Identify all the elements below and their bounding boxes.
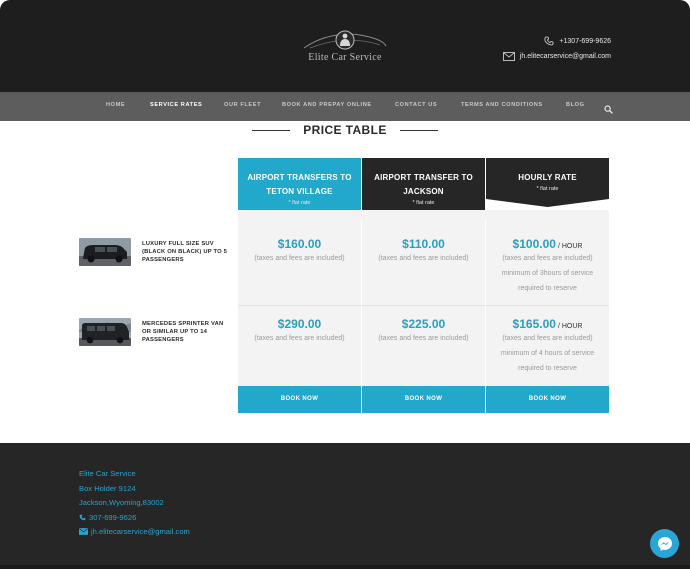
phone-icon	[544, 36, 554, 46]
price-cell: $110.00 (taxes and fees are included)	[362, 237, 485, 266]
phone-icon	[79, 514, 86, 521]
column-header-label: HOURLY RATE	[518, 173, 577, 182]
footer-address-line2: Jackson,Wyoming,83002	[79, 498, 164, 507]
price-value: $100.00	[512, 237, 556, 251]
price-note: (taxes and fees are included)	[378, 255, 469, 262]
column-header-hourly: HOURLY RATE * flat rate	[486, 158, 609, 220]
price-value: $160.00	[277, 237, 322, 251]
footer-company: Elite Car Service	[79, 469, 136, 478]
column-header-label: AIRPORT TRANSFERS TO	[247, 173, 352, 182]
header-email-text: jh.elitecarservice@gmail.com	[519, 53, 611, 60]
footer-email[interactable]: jh.elitecarservice@gmail.com	[79, 527, 190, 536]
footer-phone[interactable]: 307-699-9626	[79, 513, 136, 522]
envelope-icon	[79, 528, 88, 535]
nav-item-home[interactable]: HOME	[106, 102, 125, 108]
nav-item-blog[interactable]: BLOG	[566, 102, 585, 108]
nav-item-contact-us[interactable]: CONTACT US	[395, 102, 437, 108]
price-cell: $100.00/ HOUR (taxes and fees are includ…	[486, 237, 609, 296]
footer-phone-text: 307-699-9626	[89, 513, 137, 522]
nav-item-service-rates[interactable]: SERVICE RATES	[150, 102, 202, 108]
price-unit: / HOUR	[557, 243, 583, 250]
header-email[interactable]: jh.elitecarservice@gmail.com	[502, 52, 611, 61]
price-note: (taxes and fees are included)	[254, 335, 345, 342]
nav-item-our-fleet[interactable]: OUR FLEET	[224, 102, 261, 108]
header-phone-text: +1307-699-9626	[559, 37, 611, 45]
site-header: Elite Car Service +1307-699-9626 jh.elit…	[0, 0, 690, 92]
logo-text: Elite Car Service	[308, 52, 382, 63]
column-header-label: JACKSON	[403, 187, 444, 196]
row-divider	[238, 305, 609, 306]
envelope-icon	[502, 52, 515, 61]
book-now-button[interactable]: BOOK NOW	[362, 386, 485, 413]
footer-email-text: jh.elitecarservice@gmail.com	[91, 527, 190, 536]
price-note: (taxes and fees are included)	[502, 335, 593, 342]
price-value: $110.00	[402, 237, 445, 251]
suv-image	[79, 238, 131, 266]
column-header-label: AIRPORT TRANSFER TO	[374, 173, 473, 182]
price-value: $225.00	[401, 317, 446, 331]
main-nav: HOME SERVICE RATES OUR FLEET BOOK AND PR…	[0, 92, 690, 121]
price-note: required to reserve	[518, 365, 577, 372]
search-icon[interactable]	[604, 101, 613, 114]
column-header-sub: * flat rate	[412, 200, 435, 206]
footer-address-line1: Box Holder 9124	[79, 484, 136, 493]
price-note: (taxes and fees are included)	[378, 335, 469, 342]
book-now-button[interactable]: BOOK NOW	[238, 386, 361, 413]
price-note: (taxes and fees are included)	[502, 255, 593, 262]
nav-item-book-and-prepay[interactable]: BOOK AND PREPAY ONLINE	[282, 102, 372, 108]
column-header-label: TETON VILLAGE	[266, 187, 333, 196]
nav-item-terms[interactable]: TERMS AND CONDITIONS	[461, 102, 543, 108]
price-unit: / HOUR	[557, 323, 583, 330]
book-now-button[interactable]: BOOK NOW	[486, 386, 609, 413]
price-table-heading: PRICE TABLE	[250, 121, 440, 139]
messenger-icon[interactable]	[650, 529, 679, 558]
price-note: minimum of 4 hours of service	[500, 350, 595, 357]
price-value: $290.00	[277, 317, 322, 331]
footer-bottom-bar	[0, 565, 690, 569]
vehicle-name: LUXURY FULL SIZE SUV (BLACK ON BLACK) UP…	[142, 241, 228, 263]
price-cell: $225.00 (taxes and fees are included)	[362, 317, 485, 346]
price-cell: $290.00 (taxes and fees are included)	[238, 317, 361, 346]
price-note: minimum of 3hours of service	[501, 270, 594, 277]
column-header-sub: * flat rate	[536, 186, 559, 192]
header-phone[interactable]: +1307-699-9626	[544, 36, 611, 46]
site-logo[interactable]: Elite Car Service	[300, 28, 390, 68]
vehicle-name: MERCEDES SPRINTER VAN OR SIMILAR UP TO 1…	[142, 321, 224, 343]
title-divider-right	[400, 130, 438, 131]
price-value: $165.00	[512, 317, 556, 331]
price-note: required to reserve	[518, 285, 577, 292]
price-cell: $165.00/ HOUR (taxes and fees are includ…	[486, 317, 609, 376]
price-cell: $160.00 (taxes and fees are included)	[238, 237, 361, 266]
price-note: (taxes and fees are included)	[254, 255, 345, 262]
car-logo-icon	[303, 30, 387, 50]
column-header-sub: * flat rate	[288, 200, 311, 206]
sprinter-van-image	[79, 318, 131, 346]
